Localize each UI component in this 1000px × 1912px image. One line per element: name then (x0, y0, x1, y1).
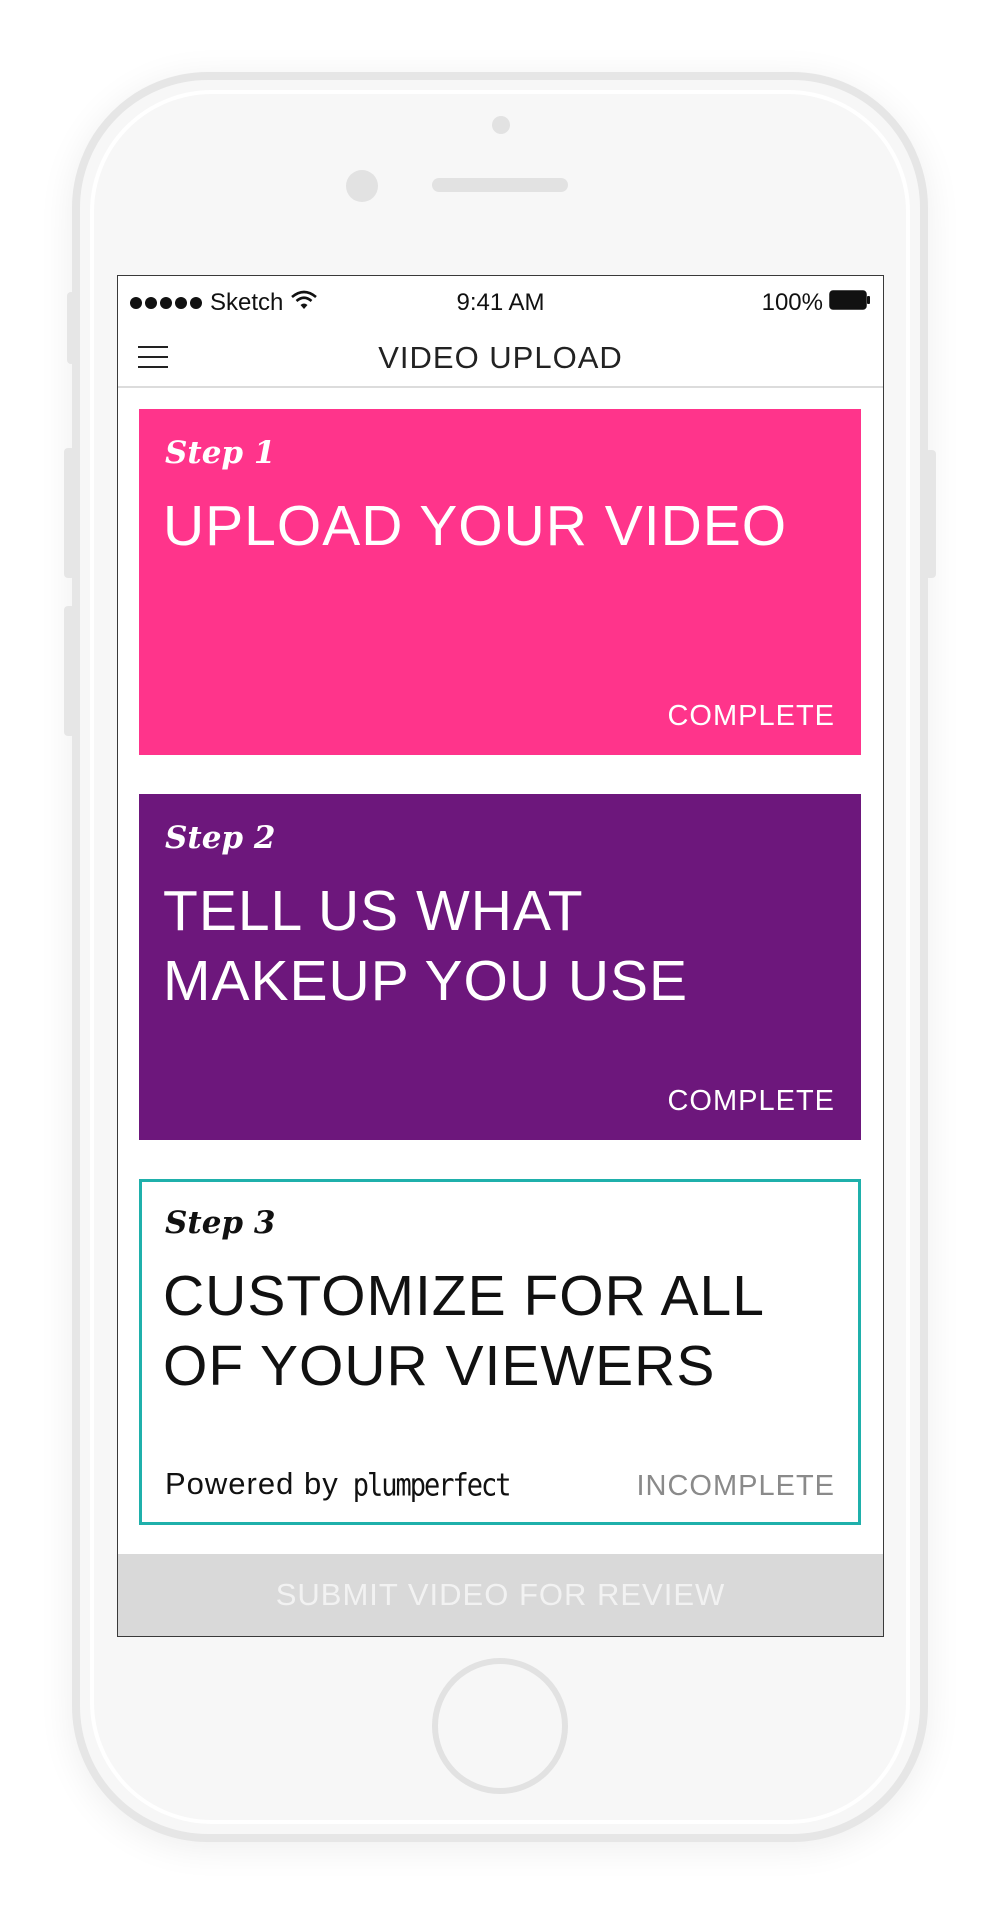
step-label: Step 1 (165, 435, 276, 471)
step-label: Step 2 (165, 820, 276, 856)
status-bar: Sketch 9:41 AM 100% (118, 276, 883, 328)
front-camera (346, 170, 378, 202)
submit-video-button[interactable]: SUBMIT VIDEO FOR REVIEW (118, 1554, 883, 1636)
volume-down-button (64, 606, 75, 736)
mute-switch (67, 292, 75, 364)
battery-icon (829, 289, 871, 317)
power-button (925, 450, 936, 578)
step-1-card[interactable]: Step 1 UPLOAD YOUR VIDEO COMPLETE (139, 409, 861, 755)
status-right: 100% (762, 289, 871, 317)
step-title: TELL US WHAT MAKEUP YOU USE (163, 879, 689, 1013)
step-3-card[interactable]: Step 3 CUSTOMIZE FOR ALL OF YOUR VIEWERS… (139, 1179, 861, 1525)
page-title: VIDEO UPLOAD (378, 340, 623, 375)
step-title: UPLOAD YOUR VIDEO (163, 494, 788, 558)
step-status: COMPLETE (667, 700, 835, 732)
step-2-card[interactable]: Step 2 TELL US WHAT MAKEUP YOU USE COMPL… (139, 794, 861, 1140)
app-screen: Sketch 9:41 AM 100% VIDEO UPLOAD Step 1 … (117, 275, 884, 1637)
step-status: INCOMPLETE (636, 1470, 835, 1502)
volume-up-button (64, 448, 75, 578)
navigation-bar: VIDEO UPLOAD (118, 328, 883, 388)
home-button[interactable] (432, 1658, 568, 1794)
powered-by: Powered by plumperfect (165, 1466, 512, 1504)
powered-by-text: Powered by (165, 1466, 339, 1501)
step-title: CUSTOMIZE FOR ALL OF YOUR VIEWERS (163, 1264, 765, 1398)
earpiece-speaker (432, 178, 568, 192)
plumperfect-logo: plumperfect (352, 1467, 512, 1504)
battery-percentage: 100% (761, 289, 823, 316)
step-label: Step 3 (165, 1205, 276, 1241)
step-status: COMPLETE (667, 1085, 835, 1117)
proximity-sensor (492, 116, 510, 134)
